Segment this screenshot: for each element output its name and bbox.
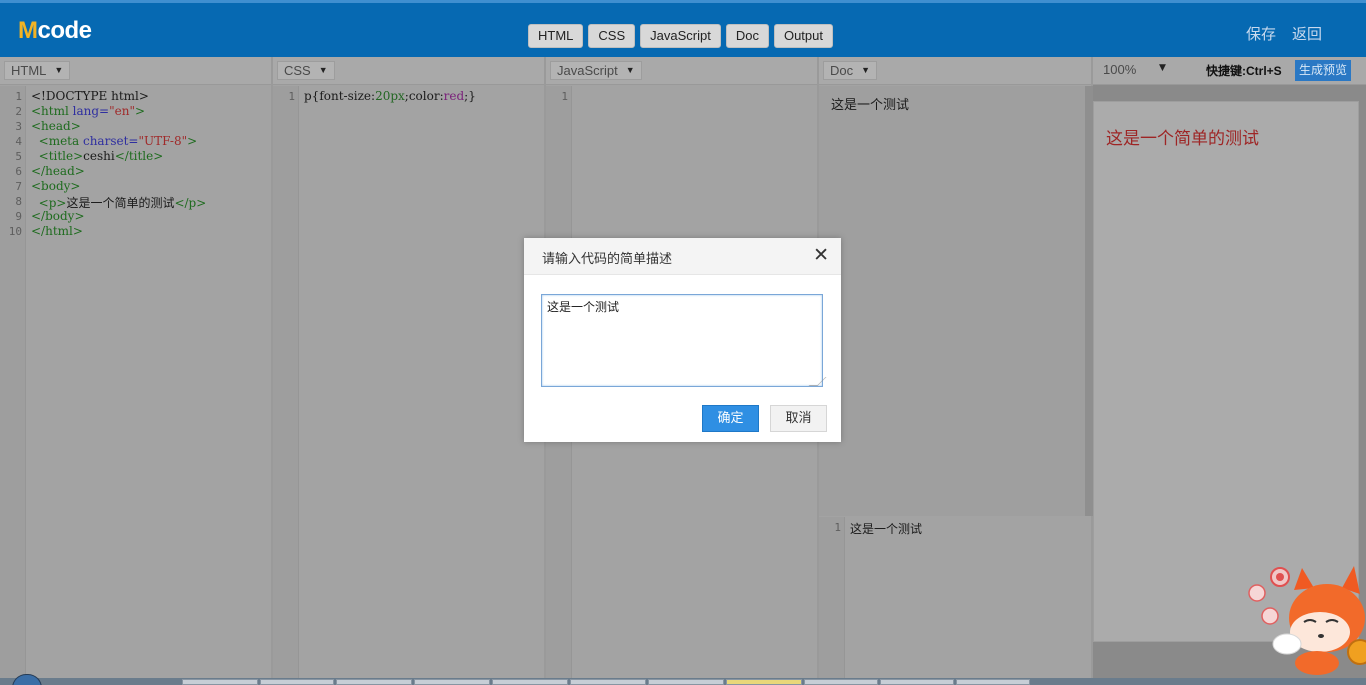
taskbar-item[interactable] [726,679,802,685]
line-number: 2 [15,105,22,118]
html-editor[interactable]: 1 2 3 4 5 6 7 8 9 10 <!DOCTYPE html> <ht… [0,86,271,685]
taskbar-item[interactable] [182,679,258,685]
taskbar-item[interactable] [414,679,490,685]
line-number: 7 [15,180,22,193]
taskbar-item[interactable] [956,679,1030,685]
code-line: </body> [31,209,85,223]
taskbar-item[interactable] [648,679,724,685]
code-line: </html> [31,224,83,238]
code-line: <body> [31,179,81,193]
js-mode-select[interactable]: JavaScript ▼ [550,61,642,80]
doc-editor[interactable]: 1 这是一个测试 [819,517,1091,685]
line-number: 1 [561,90,568,103]
code-line: <!DOCTYPE html> [31,89,149,103]
css-mode-select[interactable]: CSS ▼ [277,61,335,80]
doc-mode-select[interactable]: Doc ▼ [823,61,878,80]
html-panel: HTML ▼ 1 2 3 4 5 6 7 8 9 10 <!DOCTYPE htm… [0,57,273,685]
dialog-header: 请输入代码的简单描述 ✕ [524,238,841,275]
taskbar-item[interactable] [880,679,954,685]
taskbar-item[interactable] [260,679,334,685]
chevron-down-icon: ▼ [861,65,871,75]
code-line: p{font-size:20px;color:red;} [304,89,476,103]
js-mode-label: JavaScript [557,63,618,78]
chevron-down-icon: ▼ [318,65,328,75]
code-line: <head> [31,119,81,133]
line-number: 5 [15,150,22,163]
line-number: 1 [15,90,22,103]
doc-gutter: 1 [819,517,845,685]
doc-scrollbar[interactable] [1085,86,1093,516]
chevron-down-icon: ▼ [54,65,64,75]
chevron-down-icon: ▼ [625,65,635,75]
doc-preview-text: 这是一个测试 [831,98,910,113]
code-line: 这是一个测试 [850,522,923,536]
css-mode-label: CSS [284,63,311,78]
html-mode-label: HTML [11,63,47,78]
html-gutter: 1 2 3 4 5 6 7 8 9 10 [0,86,26,685]
html-mode-select[interactable]: HTML ▼ [4,61,71,80]
code-line: <html lang="en"> [31,104,146,118]
tab-output[interactable]: Output [773,24,833,48]
fox-mascot-icon[interactable] [1242,560,1366,678]
line-number: 1 [288,90,295,103]
code-line: <title>ceshi</title> [38,149,164,163]
line-number: 6 [15,165,22,178]
line-number: 9 [15,210,22,223]
description-dialog: 请输入代码的简单描述 ✕ 这是一个测试 确定 取消 [524,238,841,442]
tab-doc[interactable]: Doc [725,24,769,48]
logo-m: M [18,17,38,44]
line-number: 1 [834,521,841,534]
zoom-select[interactable]: 100% [1103,62,1136,77]
css-editor[interactable]: 1 p{font-size:20px;color:red;} [273,86,544,685]
shortcut-hint: 快捷键:Ctrl+S [1206,64,1282,78]
tab-javascript[interactable]: JavaScript [640,24,721,48]
doc-mode-label: Doc [830,63,854,78]
description-input[interactable]: 这是一个测试 [541,294,823,387]
css-gutter: 1 [273,86,299,685]
tab-css[interactable]: CSS [588,24,636,48]
doc-panel-header: Doc ▼ [819,57,1091,85]
generate-preview-button[interactable]: 生成预览 [1295,60,1352,81]
taskbar-item[interactable] [570,679,646,685]
js-panel-header: JavaScript ▼ [546,57,817,85]
css-panel: CSS ▼ 1 p{font-size:20px;color:red;} [273,57,546,685]
dialog-title: 请输入代码的简单描述 [542,252,673,267]
back-link[interactable]: 返回 [1292,23,1322,44]
line-number: 8 [15,195,22,208]
save-link[interactable]: 保存 [1246,23,1276,44]
css-panel-header: CSS ▼ [273,57,544,85]
app-header: Mcode HTML CSS JavaScript Doc Output 保存 … [0,0,1366,57]
output-rendered-text: 这是一个简单的测试 [1106,129,1259,149]
header-actions: 保存 返回 [1246,23,1322,44]
cancel-button[interactable]: 取消 [770,405,827,432]
output-panel-header: 100% ▼ 快捷键:Ctrl+S 生成预览 [1093,57,1366,85]
chevron-down-icon[interactable]: ▼ [1159,63,1166,73]
taskbar-item[interactable] [492,679,568,685]
html-panel-header: HTML ▼ [0,57,271,85]
taskbar-item[interactable] [336,679,412,685]
line-number: 4 [15,135,22,148]
doc-preview: 这是一个测试 [819,86,1085,516]
logo-text: code [37,17,93,44]
close-icon[interactable]: ✕ [813,245,829,265]
code-line: </head> [31,164,85,178]
doc-panel: Doc ▼ 这是一个测试 1 这是一个测试 [819,57,1093,685]
code-line: <meta charset="UTF-8"> [38,134,198,148]
app-logo[interactable]: Mcode [18,17,92,45]
panel-tabs: HTML CSS JavaScript Doc Output [528,24,833,48]
taskbar-item[interactable] [804,679,878,685]
line-number: 3 [15,120,22,133]
line-number: 10 [8,225,22,238]
tab-html[interactable]: HTML [528,24,584,48]
confirm-button[interactable]: 确定 [702,405,759,432]
